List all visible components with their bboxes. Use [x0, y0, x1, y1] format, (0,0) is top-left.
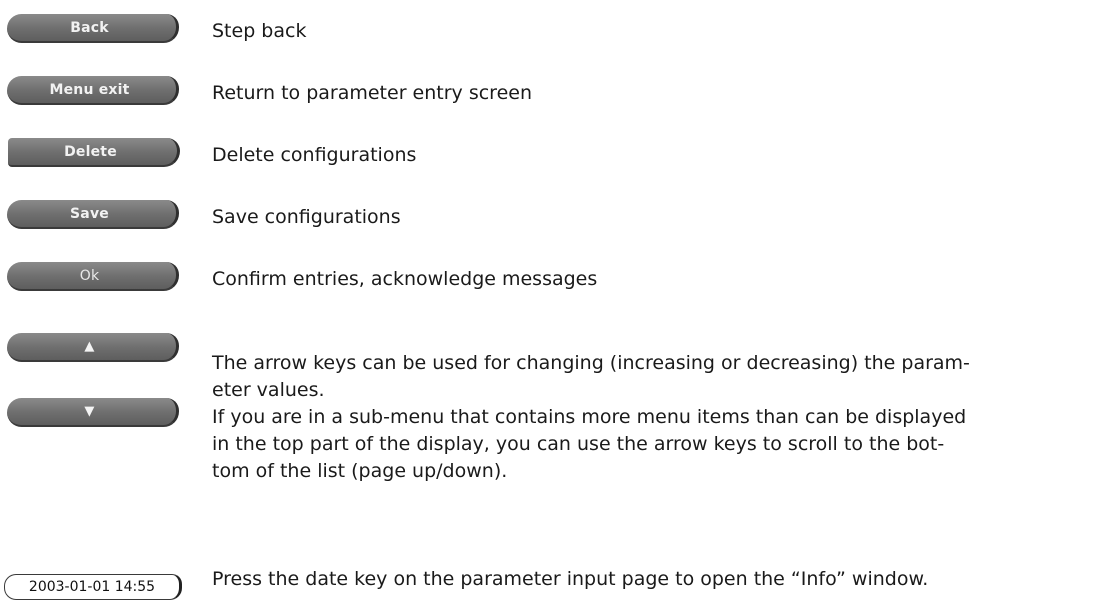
- arrow-keys-description-line: tom of the list (page up/down).: [212, 460, 508, 482]
- save-button-label: Save: [70, 205, 109, 222]
- arrow-keys-description-line: in the top part of the display, you can …: [212, 433, 945, 455]
- ok-button[interactable]: Ok: [7, 262, 179, 291]
- ok-description: Confirm entries, acknowledge messages: [212, 268, 598, 290]
- arrow-keys-description-line: The arrow keys can be used for changing …: [212, 352, 970, 374]
- ok-button-label: Ok: [79, 267, 100, 284]
- date-key-button[interactable]: 2003-01-01 14:55: [4, 574, 182, 600]
- delete-button-label: Delete: [64, 143, 117, 160]
- back-description: Step back: [212, 20, 307, 42]
- arrow-keys-description-line: If you are in a sub-menu that contains m…: [212, 406, 967, 428]
- date-key-label: 2003-01-01 14:55: [28, 579, 156, 595]
- back-button-label: Back: [70, 19, 109, 36]
- menu-exit-button-label: Menu exit: [49, 81, 130, 98]
- back-button[interactable]: Back: [7, 14, 179, 43]
- save-description: Save configurations: [212, 206, 401, 228]
- arrow-keys-description-line: eter values.: [212, 379, 325, 401]
- arrow-up-button[interactable]: ▲: [7, 333, 179, 362]
- arrow-keys-description: The arrow keys can be used for changing …: [212, 350, 1107, 485]
- menu-exit-button[interactable]: Menu exit: [7, 76, 179, 105]
- date-key-description: Press the date key on the parameter inpu…: [212, 568, 929, 590]
- save-button[interactable]: Save: [7, 200, 179, 229]
- delete-description: Delete configurations: [212, 144, 417, 166]
- arrow-down-button[interactable]: ▼: [7, 398, 179, 427]
- delete-button[interactable]: Delete: [8, 138, 180, 167]
- menu-exit-description: Return to parameter entry screen: [212, 82, 532, 104]
- arrow-down-icon: ▼: [84, 404, 95, 419]
- arrow-up-icon: ▲: [84, 339, 95, 354]
